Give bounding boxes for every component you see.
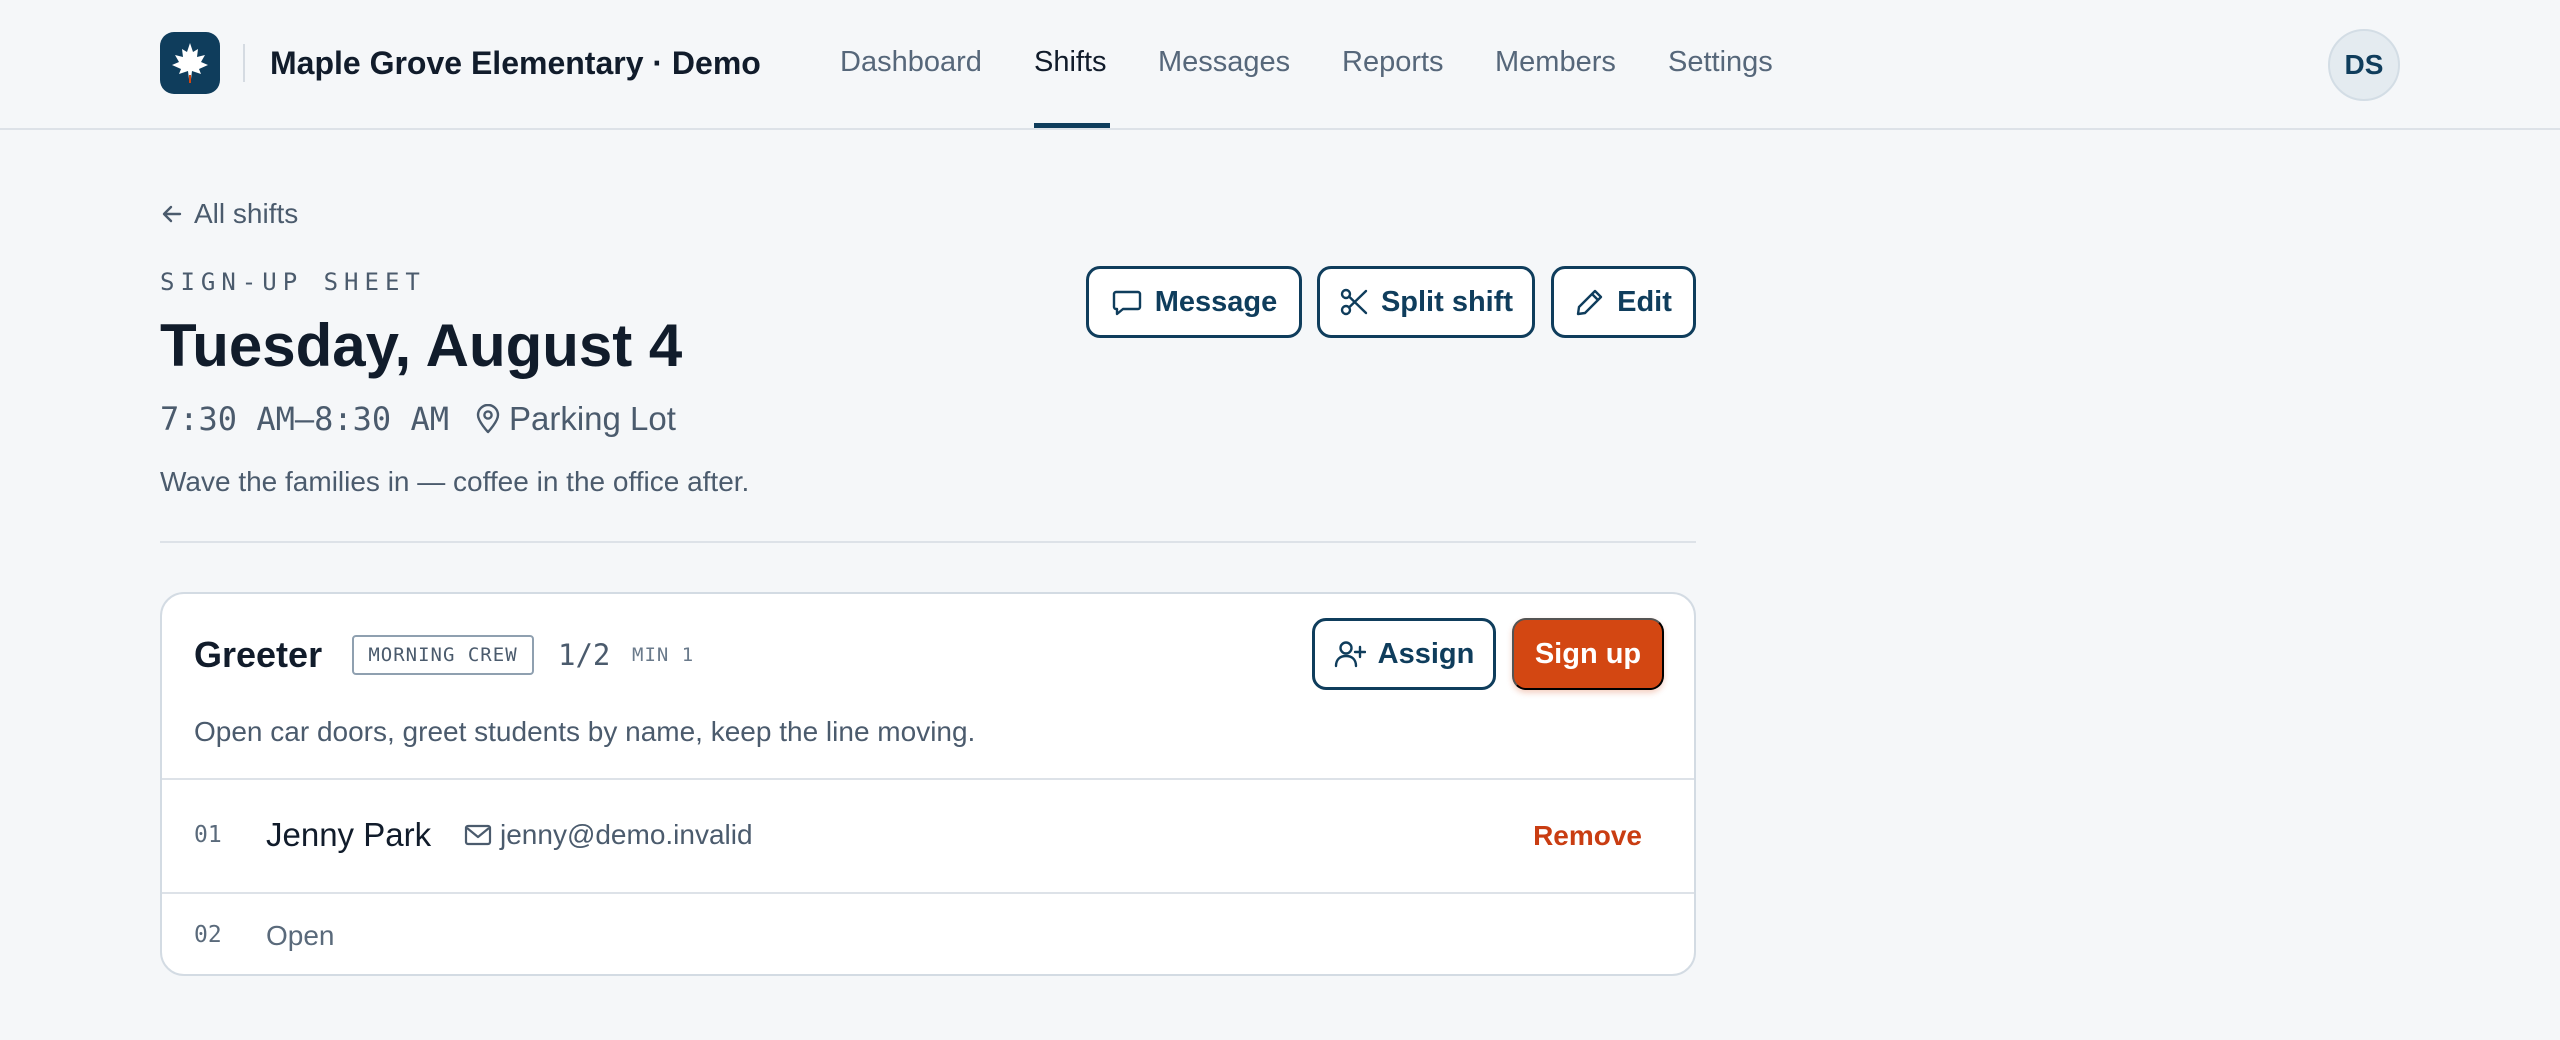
shift-time: 7:30 AM–8:30 AM [160, 400, 449, 438]
nav-settings[interactable]: Settings [1668, 40, 1773, 84]
role-name: Greeter [194, 634, 323, 675]
edit-button[interactable]: Edit [1551, 266, 1696, 338]
volunteer-name: Jenny Park [266, 816, 432, 853]
brand-separator [243, 44, 245, 82]
map-pin-icon [476, 404, 500, 434]
role-minimum: MIN 1 [632, 644, 695, 666]
role-description: Open car doors, greet students by name, … [194, 716, 976, 747]
back-link-label: All shifts [194, 198, 299, 229]
volunteer-email[interactable]: jenny@demo.invalid [464, 816, 753, 854]
split-shift-button-label: Split shift [1380, 285, 1514, 318]
sheet-eyebrow: SIGN-UP SHEET [160, 268, 426, 296]
split-shift-button[interactable]: Split shift [1317, 266, 1535, 338]
assign-button[interactable]: Assign [1312, 618, 1496, 690]
nav-shifts[interactable]: Shifts [1034, 40, 1107, 84]
shift-description: Wave the families in — coffee in the off… [160, 466, 750, 497]
nav-reports[interactable]: Reports [1342, 40, 1444, 84]
slot-open-status[interactable]: Open [266, 916, 335, 956]
role-fill-count: 1/2 [558, 638, 611, 672]
role-tag: MORNING CREW [352, 635, 534, 675]
edit-button-label: Edit [1617, 285, 1672, 318]
page-title: Tuesday, August 4 [160, 312, 683, 379]
arrow-left-icon [162, 205, 182, 223]
top-navigation-bar: Maple Grove Elementary · Demo Dashboard … [0, 0, 2560, 130]
org-name: Maple Grove Elementary · Demo [270, 45, 761, 81]
message-button[interactable]: Message [1086, 266, 1302, 338]
shift-location: Parking Lot [475, 400, 676, 438]
back-to-all-shifts-link[interactable]: All shifts [160, 196, 298, 232]
section-divider [160, 541, 1696, 543]
maple-leaf-icon [172, 43, 208, 83]
slot-number: 02 [194, 922, 222, 948]
volunteer-email-label: jenny@demo.invalid [500, 819, 753, 850]
slot-number: 01 [194, 822, 222, 848]
role-card-greeter: Greeter MORNING CREW 1/2 MIN 1 Assign Si… [160, 592, 1696, 976]
message-button-label: Message [1154, 285, 1278, 318]
nav-members[interactable]: Members [1495, 40, 1616, 84]
org-logo[interactable] [160, 32, 220, 94]
nav-messages[interactable]: Messages [1158, 40, 1290, 84]
user-avatar[interactable]: DS [2328, 29, 2400, 101]
assign-button-label: Assign [1377, 637, 1475, 670]
slot-row: 01 Jenny Park jenny@demo.invalid Remove [162, 778, 1694, 892]
message-bubble-icon [1112, 290, 1141, 316]
pencil-icon [1576, 289, 1603, 316]
user-plus-icon [1334, 641, 1366, 668]
remove-volunteer-button[interactable]: Remove [1533, 816, 1642, 856]
active-nav-indicator [1034, 123, 1110, 128]
sign-up-button[interactable]: Sign up [1512, 618, 1664, 690]
shift-meta: 7:30 AM–8:30 AM Parking Lot [160, 396, 676, 442]
slot-row: 02 Open [162, 892, 1694, 974]
scissors-icon [1340, 288, 1368, 316]
nav-dashboard[interactable]: Dashboard [840, 40, 982, 84]
mail-icon [464, 824, 492, 846]
shift-location-label: Parking Lot [508, 400, 676, 437]
